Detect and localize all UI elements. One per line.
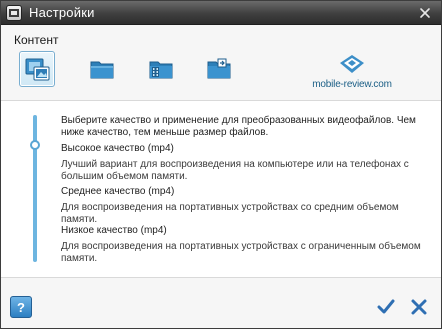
option-high-quality[interactable]: Высокое качество (mp4) Лучший вариант дл… — [61, 143, 433, 183]
quality-slider-track[interactable] — [33, 115, 37, 262]
window-title: Настройки — [29, 5, 95, 20]
logo-text: mobile-review.com — [312, 79, 392, 90]
title-bar[interactable]: Настройки — [1, 1, 441, 25]
app-icon — [6, 5, 22, 21]
media-folder-icon — [149, 61, 173, 79]
close-icon — [420, 8, 430, 18]
tool-media-folder-button[interactable] — [143, 51, 179, 87]
mobile-review-logo: mobile-review.com — [307, 53, 397, 93]
option-low-quality[interactable]: Низкое качество (mp4) Для воспроизведени… — [61, 225, 433, 265]
option-title: Среднее качество (mp4) — [61, 186, 175, 197]
quality-slider-thumb[interactable] — [30, 140, 40, 150]
logo-emblem-icon — [340, 55, 364, 73]
tool-folder-button[interactable] — [84, 51, 120, 87]
panel-bottom-divider — [1, 277, 441, 278]
option-medium-quality[interactable]: Среднее качество (mp4) Для воспроизведен… — [61, 186, 433, 226]
window-close-button[interactable] — [416, 5, 434, 21]
ok-button[interactable] — [374, 295, 398, 319]
image-convert-icon — [25, 58, 50, 81]
option-title: Низкое качество (mp4) — [61, 225, 167, 236]
folder-export-icon — [207, 58, 231, 79]
option-description: Для воспроизведения на портативных устро… — [61, 241, 421, 264]
settings-window: Настройки Контент mobile-review.com Выбе… — [0, 0, 442, 329]
tool-convert-button[interactable] — [19, 51, 55, 87]
help-button[interactable]: ? — [10, 296, 32, 318]
checkmark-icon — [377, 299, 395, 314]
close-icon — [411, 299, 427, 315]
folder-icon — [90, 61, 114, 79]
cancel-button[interactable] — [407, 295, 431, 319]
help-icon: ? — [17, 299, 25, 315]
intro-text: Выберите качество и применение для преоб… — [61, 115, 416, 138]
option-title: Высокое качество (mp4) — [61, 143, 174, 154]
tool-export-button[interactable] — [201, 51, 237, 87]
option-description: Для воспроизведения на портативных устро… — [61, 202, 399, 225]
option-description: Лучший вариант для воспроизведения на ко… — [61, 159, 409, 182]
section-title: Контент — [14, 33, 59, 47]
